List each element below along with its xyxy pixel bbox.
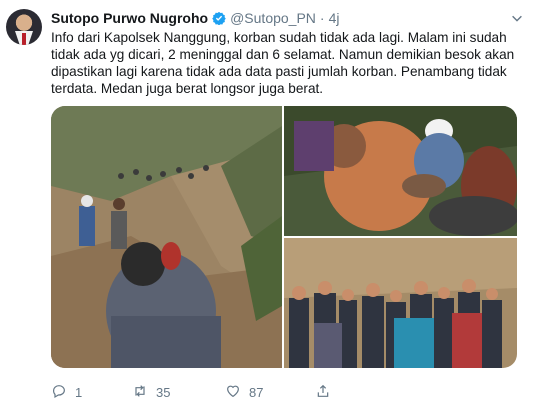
share-button[interactable] — [315, 383, 331, 401]
retweet-button[interactable]: 35 — [132, 383, 170, 401]
heart-icon — [225, 383, 241, 402]
photo-victim-carried[interactable] — [284, 106, 517, 236]
photo-crowd-at-site[interactable] — [284, 238, 517, 368]
reply-count: 1 — [75, 384, 83, 400]
photo-rescuers-on-slope[interactable] — [51, 106, 282, 368]
avatar[interactable] — [6, 9, 42, 45]
separator-dot: · — [319, 10, 325, 26]
author-handle[interactable]: @Sutopo_PN — [230, 10, 316, 26]
like-button[interactable]: 87 — [225, 383, 263, 401]
author-display-name[interactable]: Sutopo Purwo Nugroho — [51, 10, 208, 26]
media-grid — [51, 106, 517, 368]
share-icon — [315, 383, 331, 402]
verified-badge-icon — [212, 11, 226, 25]
reply-button[interactable]: 1 — [51, 383, 82, 401]
retweet-count: 35 — [156, 384, 171, 400]
retweet-icon — [132, 383, 148, 402]
like-count: 87 — [249, 384, 264, 400]
tweet-timestamp[interactable]: 4j — [329, 10, 340, 26]
tweet-text: Info dari Kapolsek Nanggung, korban suda… — [51, 30, 515, 96]
tweet-header: Sutopo Purwo Nugroho @Sutopo_PN · 4j — [51, 9, 340, 27]
reply-icon — [51, 383, 67, 402]
chevron-down-icon[interactable] — [509, 10, 525, 26]
tweet-actions: 1 35 87 — [51, 383, 451, 401]
